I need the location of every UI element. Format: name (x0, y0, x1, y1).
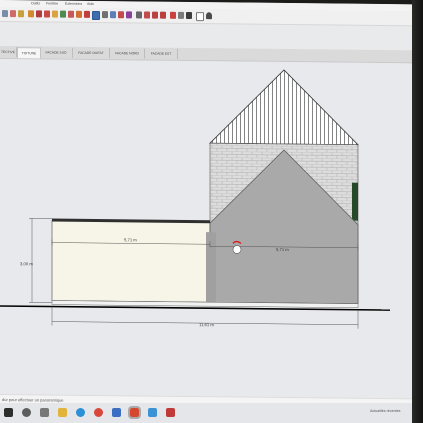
select-icon[interactable] (2, 10, 8, 18)
orbit-icon[interactable] (136, 11, 142, 19)
start-icon[interactable] (4, 408, 13, 417)
move-icon[interactable] (68, 10, 74, 18)
tray-news-text[interactable]: Actualités récentes (370, 403, 400, 419)
tab-toiture[interactable]: TOITURE (17, 47, 41, 59)
text-icon[interactable] (118, 11, 124, 19)
zoom-icon[interactable] (152, 11, 158, 19)
windows-taskbar: Actualités récentes (0, 403, 423, 423)
toolbar (0, 7, 412, 27)
sketchup-window: Outils Fenêtre Extensions Aide TECTIVE 2 (0, 0, 412, 417)
eraser-icon[interactable] (10, 10, 16, 18)
zoom-extents-icon[interactable] (160, 11, 166, 19)
user-icon[interactable] (206, 12, 212, 20)
scale-icon[interactable] (84, 10, 90, 18)
arc-icon[interactable] (52, 10, 58, 18)
mail-icon[interactable] (112, 408, 121, 417)
sketchup-icon[interactable] (128, 406, 141, 419)
tab-tective-2[interactable]: TECTIVE 2 (0, 47, 17, 64)
roof-gable (209, 69, 359, 146)
dimension-icon[interactable] (110, 11, 116, 19)
tab-facade-sud[interactable]: FACADE SUD (40, 47, 73, 58)
dimension-right-label: 5,71 m (276, 247, 289, 252)
pan-icon[interactable] (144, 11, 150, 19)
dimension-left-label: 5,71 m (124, 237, 137, 242)
app-icon[interactable] (166, 408, 175, 417)
tab-facade-nord[interactable]: FACADE NORD (110, 48, 145, 59)
edge-icon[interactable] (76, 408, 85, 417)
paint-bucket-icon[interactable] (18, 10, 24, 18)
rectangle-icon[interactable] (36, 10, 42, 18)
rotate-icon[interactable] (76, 10, 82, 18)
chrome-icon[interactable] (94, 408, 103, 417)
elevation-drawing: 5,71 m 5,71 m 3,00 m 11,61 m (0, 69, 390, 329)
menu-item-aide[interactable]: Aide (87, 1, 94, 8)
file-explorer-icon[interactable] (58, 408, 67, 417)
offset-icon[interactable] (92, 10, 100, 21)
document-icon[interactable] (196, 12, 204, 22)
search-icon[interactable] (22, 408, 31, 417)
gray-wall-extension (206, 232, 216, 303)
component-icon[interactable] (186, 11, 192, 20)
circle-icon[interactable] (44, 10, 50, 18)
push-pull-icon[interactable] (60, 10, 66, 18)
drawing-canvas[interactable]: 5,71 m 5,71 m 3,00 m 11,61 m (0, 59, 412, 399)
tape-measure-icon[interactable] (102, 11, 108, 19)
previous-view-icon[interactable] (170, 11, 176, 19)
tab-facade-est[interactable]: FACADE EST (145, 48, 178, 59)
left-wall (51, 220, 211, 303)
monitor-bezel (412, 0, 423, 423)
dimension-height: 3,00 m (20, 218, 52, 303)
section-icon[interactable] (178, 11, 184, 19)
axes-icon[interactable] (126, 11, 132, 19)
task-view-icon[interactable] (40, 408, 49, 417)
photos-icon[interactable] (148, 408, 157, 417)
dimension-total-label: 11,61 m (199, 322, 214, 327)
pencil-icon[interactable] (28, 10, 34, 18)
dimension-height-label: 3,00 m (20, 261, 33, 266)
tab-facade-ouest[interactable]: FACADE OUEST (73, 47, 110, 59)
green-trim (352, 182, 358, 221)
